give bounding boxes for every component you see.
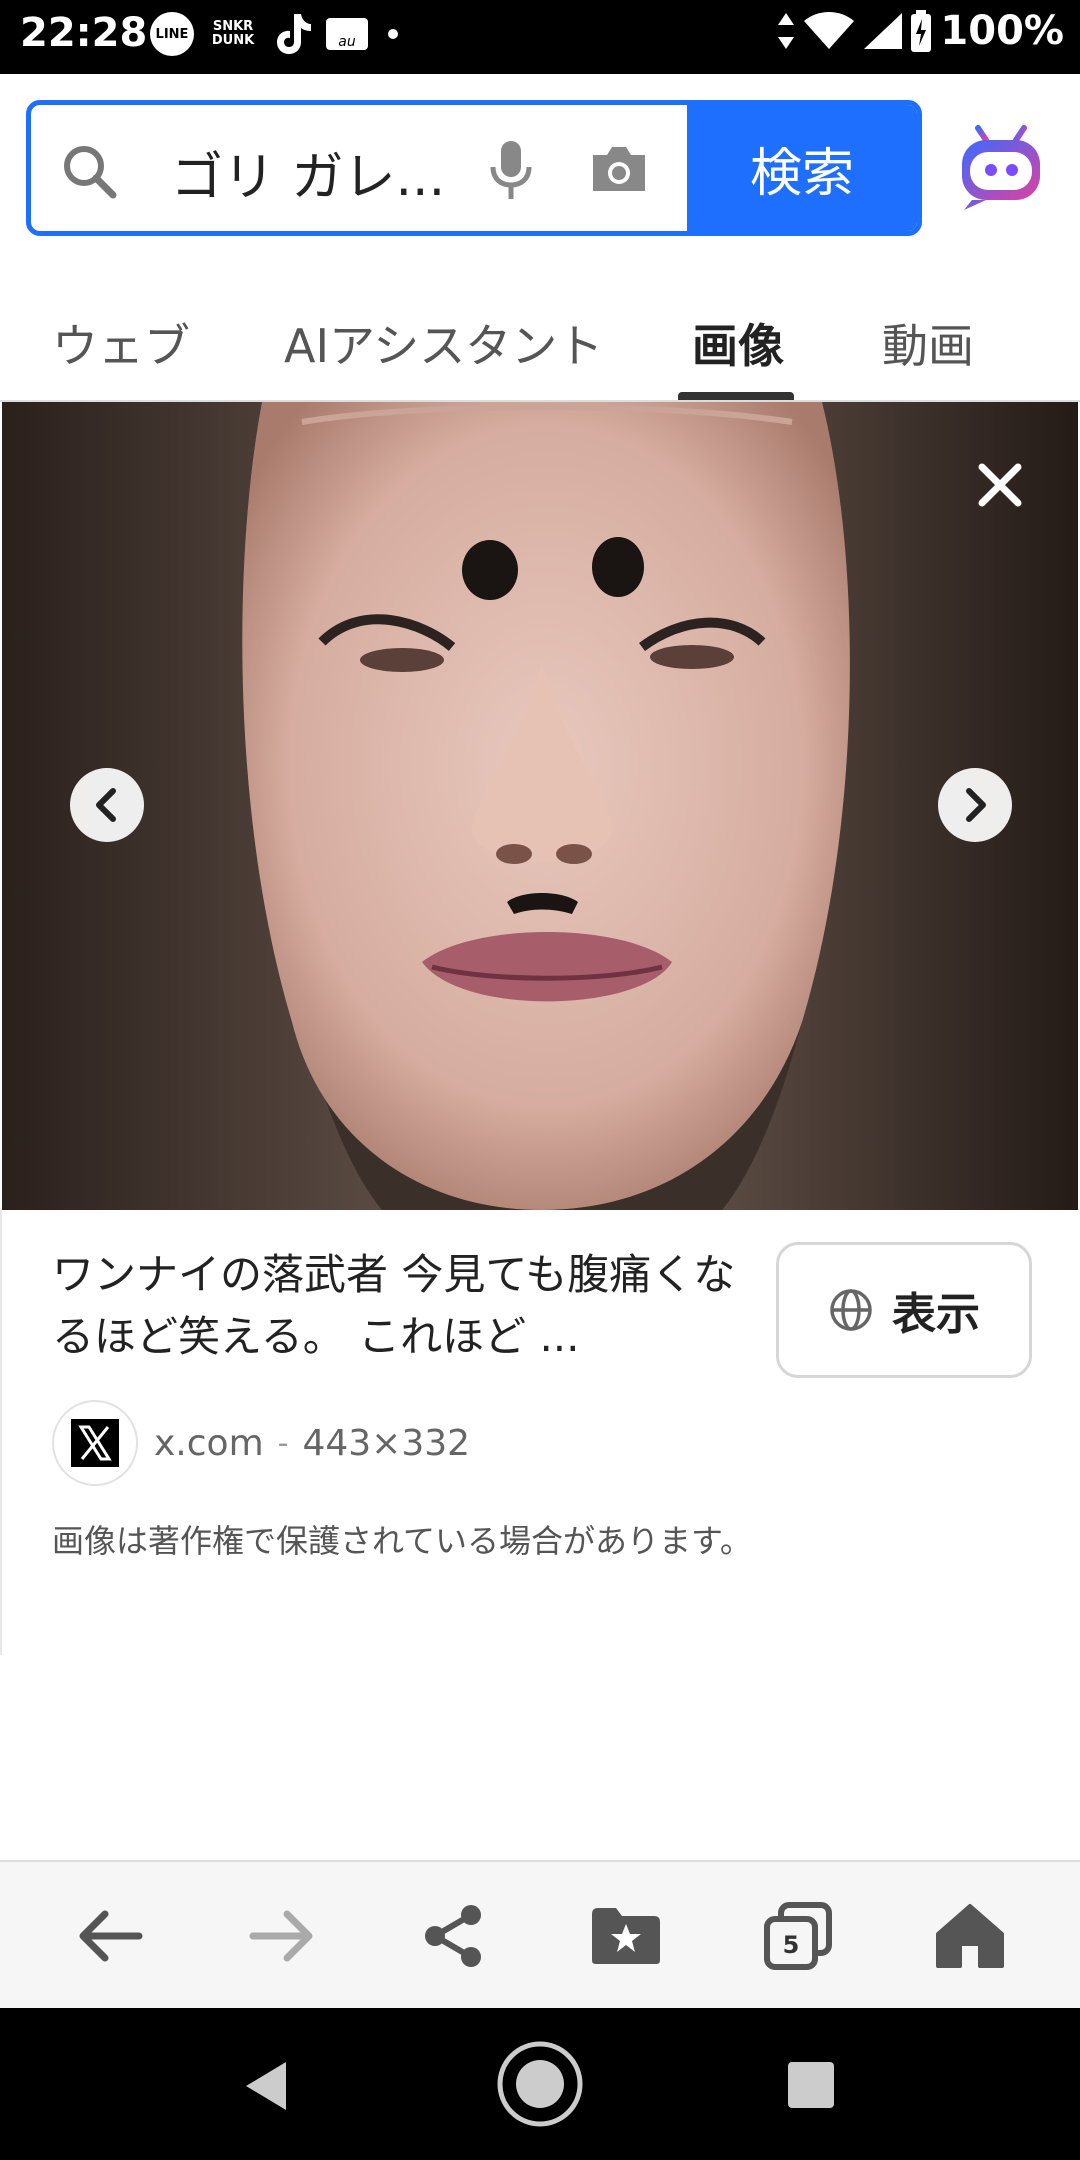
next-image-button[interactable] [938, 768, 1012, 842]
search-query-text: ゴリ ガレ... [171, 148, 446, 208]
system-indicators: 100% [776, 8, 1064, 54]
share-icon [425, 1905, 481, 1967]
copyright-notice: 画像は著作権で保護されている場合があります。 [52, 1522, 752, 1560]
back-icon [79, 1910, 143, 1962]
snkr-dunk-label-2: DUNK [211, 33, 255, 48]
image-preview[interactable] [2, 402, 1078, 1210]
source-separator: - [277, 1425, 289, 1461]
notification-icons: LINE SNKR DUNK au [150, 12, 398, 56]
microphone-icon[interactable] [487, 139, 535, 203]
panel-edge [0, 1210, 2, 1655]
show-button-label: 表示 [892, 1289, 980, 1340]
search-input[interactable]: ゴリ ガレ... [31, 105, 687, 231]
tab-web[interactable]: ウェブ [52, 310, 190, 376]
more-notifications-dot [388, 29, 398, 39]
battery-percent: 100% [940, 8, 1064, 54]
tabs-icon: 5 [764, 1902, 832, 1970]
bookmark-folder-icon [592, 1908, 660, 1964]
data-transfer-icon [778, 13, 795, 49]
au-mail-icon: au [326, 18, 368, 50]
source-domain[interactable]: x.com [154, 1423, 264, 1464]
share-button[interactable] [414, 1896, 494, 1976]
wifi-icon [804, 12, 855, 49]
active-tab-indicator [678, 392, 794, 400]
forward-icon [249, 1910, 313, 1962]
browser-toolbar: 5 [0, 1860, 1080, 2008]
tabs-count: 5 [783, 1931, 800, 1959]
tab-images[interactable]: 画像 [692, 310, 784, 376]
system-navigation-bar [0, 2008, 1080, 2160]
status-bar: 22:28 LINE SNKR DUNK au 100% [0, 0, 1080, 74]
ai-assistant-icon[interactable] [956, 122, 1046, 212]
search-button[interactable]: 検索 [687, 105, 917, 231]
home-button[interactable] [930, 1896, 1010, 1976]
system-home-icon[interactable] [496, 2040, 584, 2128]
system-back-icon[interactable] [240, 2058, 290, 2114]
snkr-dunk-app-icon: SNKR DUNK [208, 20, 258, 48]
result-title[interactable]: ワンナイの落武者 今見ても腹痛くなるほど笑える。 これほど ... [52, 1244, 752, 1368]
preview-photo [2, 402, 1078, 1210]
previous-image-button[interactable] [70, 768, 144, 842]
bookmarks-button[interactable] [586, 1896, 666, 1976]
x-logo-icon[interactable] [52, 1400, 138, 1486]
tab-videos[interactable]: 動画 [882, 310, 974, 376]
globe-icon [830, 1289, 872, 1331]
forward-button[interactable] [242, 1896, 322, 1976]
home-icon [936, 1904, 1004, 1968]
line-app-icon: LINE [150, 12, 194, 56]
tiktok-icon [277, 14, 311, 54]
tabs-button[interactable]: 5 [758, 1896, 838, 1976]
chevron-right-icon [966, 788, 986, 822]
close-icon[interactable] [970, 455, 1030, 515]
search-icon [64, 146, 117, 199]
back-button[interactable] [70, 1896, 150, 1976]
image-dimensions: 443×332 [302, 1422, 471, 1464]
status-time: 22:28 [20, 10, 148, 56]
camera-icon[interactable] [589, 143, 649, 195]
system-recents-icon[interactable] [786, 2060, 836, 2110]
show-page-button[interactable]: 表示 [776, 1242, 1032, 1378]
search-tabs: ウェブ AIアシスタント 画像 動画 [0, 290, 1080, 400]
snkr-dunk-label-1: SNKR [212, 19, 254, 34]
source-info: x.com - 443×332 [52, 1400, 470, 1486]
battery-icon [911, 10, 932, 52]
search-bar: ゴリ ガレ... 検索 [26, 100, 922, 236]
cellular-signal-icon [864, 13, 903, 49]
tab-ai-assistant[interactable]: AIアシスタント [284, 310, 603, 376]
chevron-left-icon [96, 788, 116, 822]
